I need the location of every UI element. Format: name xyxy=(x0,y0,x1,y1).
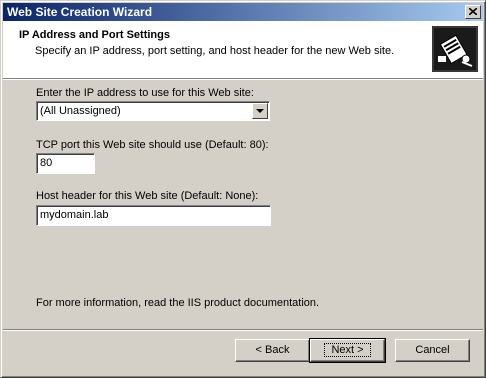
back-button-label: Back xyxy=(265,344,290,356)
ip-address-value: (All Unassigned) xyxy=(40,105,121,117)
close-button[interactable] xyxy=(465,5,481,19)
page-title: IP Address and Port Settings xyxy=(19,29,170,41)
cancel-button-label: Cancel xyxy=(415,344,450,356)
next-button[interactable]: Next > xyxy=(309,338,386,363)
next-button-label: Next xyxy=(331,344,355,356)
wizard-header: IP Address and Port Settings Specify an … xyxy=(3,21,483,78)
tcp-port-field[interactable]: 80 xyxy=(36,153,95,174)
ip-address-select[interactable]: (All Unassigned) xyxy=(36,101,270,121)
tcp-port-label: TCP port this Web site should use (Defau… xyxy=(36,139,269,151)
dropdown-button[interactable] xyxy=(252,103,268,119)
footer-divider xyxy=(3,329,483,331)
host-header-field[interactable]: mydomain.lab xyxy=(36,205,271,226)
web-server-icon xyxy=(432,26,478,72)
host-header-label: Host header for this Web site (Default: … xyxy=(36,190,259,202)
tcp-port-value: 80 xyxy=(40,157,53,169)
window-title: Web Site Creation Wizard xyxy=(7,5,153,19)
header-divider xyxy=(3,78,483,80)
info-text: For more information, read the IIS produ… xyxy=(36,297,320,309)
cancel-button[interactable]: Cancel xyxy=(395,339,470,362)
close-icon xyxy=(469,8,477,15)
host-header-value: mydomain.lab xyxy=(40,209,109,221)
wizard-window: Web Site Creation Wizard IP Address and … xyxy=(0,0,486,378)
back-button[interactable]: < Back xyxy=(235,339,310,362)
ip-address-label: Enter the IP address to use for this Web… xyxy=(36,87,254,99)
page-subtitle: Specify an IP address, port setting, and… xyxy=(35,45,395,57)
title-bar[interactable]: Web Site Creation Wizard xyxy=(3,3,483,21)
chevron-down-icon xyxy=(256,109,264,113)
